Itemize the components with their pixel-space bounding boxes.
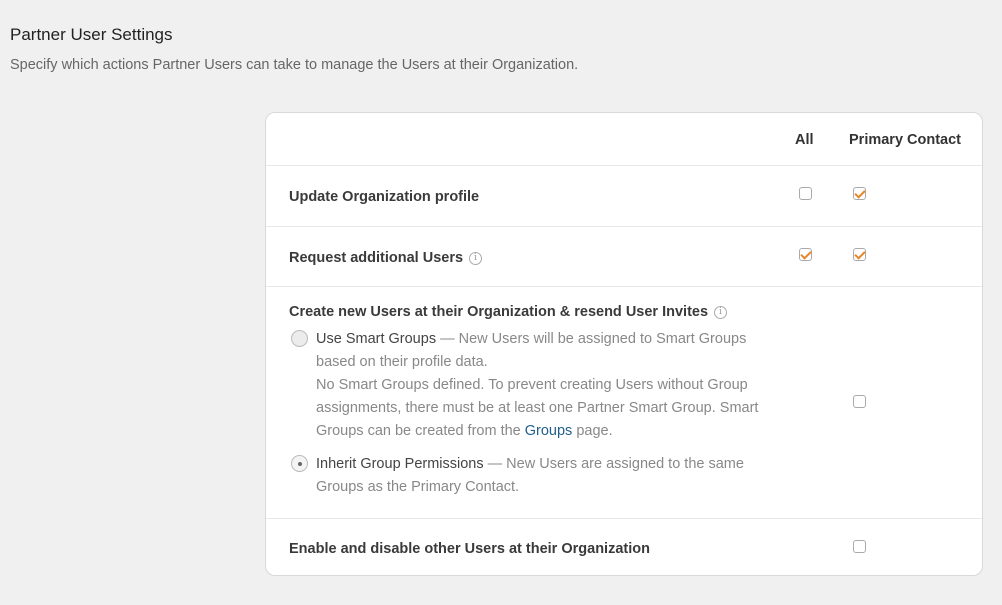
row-label-request-users: Request additional Users bbox=[289, 250, 464, 266]
column-header-all: All bbox=[795, 132, 814, 148]
checkbox-create-users-primary[interactable] bbox=[853, 395, 866, 408]
info-icon[interactable]: i bbox=[469, 251, 483, 265]
row-label-create-users: Create new Users at their Organization &… bbox=[289, 304, 709, 320]
divider bbox=[266, 518, 982, 519]
radio-use-smart-groups[interactable] bbox=[291, 330, 308, 347]
divider bbox=[266, 286, 982, 287]
row-create-users: Create new Users at their Organization &… bbox=[289, 304, 728, 320]
page-title: Partner User Settings bbox=[10, 25, 173, 44]
divider bbox=[266, 226, 982, 227]
option-name: Use Smart Groups bbox=[316, 331, 437, 347]
row-request-users: Request additional Users i bbox=[289, 250, 483, 266]
option-inherit-group-permissions: Inherit Group Permissions — New Users ar… bbox=[316, 453, 776, 499]
option-use-smart-groups: Use Smart Groups — New Users will be ass… bbox=[316, 328, 776, 443]
checkbox-request-users-all[interactable] bbox=[799, 248, 812, 261]
settings-panel: All Primary Contact Update Organization … bbox=[265, 112, 983, 576]
checkbox-request-users-primary[interactable] bbox=[853, 248, 866, 261]
smart-groups-note-end: page. bbox=[572, 423, 613, 439]
checkbox-update-org-all[interactable] bbox=[799, 187, 812, 200]
info-icon[interactable]: i bbox=[714, 305, 728, 319]
page-subtitle: Specify which actions Partner Users can … bbox=[10, 57, 579, 73]
checkbox-update-org-primary[interactable] bbox=[853, 187, 866, 200]
option-name: Inherit Group Permissions bbox=[316, 456, 484, 472]
checkbox-enable-disable-primary[interactable] bbox=[853, 540, 866, 553]
divider bbox=[266, 165, 982, 166]
groups-link[interactable]: Groups bbox=[525, 423, 573, 439]
row-label-enable-disable-users: Enable and disable other Users at their … bbox=[289, 541, 650, 557]
column-header-primary-contact: Primary Contact bbox=[849, 132, 962, 148]
row-label-update-org-profile: Update Organization profile bbox=[289, 189, 480, 205]
radio-inherit-group-permissions[interactable] bbox=[291, 455, 308, 472]
